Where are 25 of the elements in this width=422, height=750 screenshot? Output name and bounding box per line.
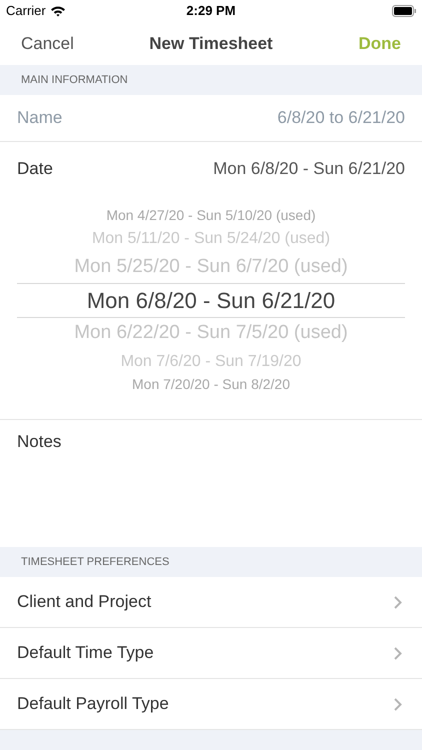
notes-label: Notes — [17, 432, 62, 451]
chevron-right-icon — [394, 698, 402, 710]
screen-title: New Timesheet — [149, 32, 273, 55]
preference-row[interactable]: Default Time Type — [0, 628, 422, 679]
carrier-label: Carrier — [6, 2, 46, 20]
picker-option[interactable]: Mon 7/20/20 - Sun 8/2/20 — [132, 374, 290, 394]
picker-option[interactable]: Mon 4/27/20 - Sun 5/10/20 (used) — [106, 206, 316, 226]
chevron-right-icon — [394, 596, 402, 608]
picker-option[interactable]: Mon 5/25/20 - Sun 6/7/20 (used) — [74, 252, 348, 282]
chevron-right-icon — [394, 646, 402, 660]
section-header: MAIN INFORMATION — [21, 72, 128, 88]
name-field[interactable]: Name — [17, 105, 167, 131]
cancel-button[interactable]: Cancel — [21, 30, 101, 56]
date-label: Date — [17, 158, 53, 180]
picker-option[interactable]: Mon 6/8/20 - Sun 6/21/20 — [17, 282, 405, 318]
preference-row[interactable]: Client and Project — [0, 577, 422, 628]
done-button[interactable]: Done — [321, 30, 401, 56]
name-suggestion: 6/8/20 to 6/21/20 — [277, 107, 405, 130]
picker-option[interactable]: Mon 6/22/20 - Sun 7/5/20 (used) — [74, 318, 348, 348]
wifi-icon — [50, 5, 66, 17]
preference-row[interactable]: Default Payroll Type — [0, 679, 422, 730]
clock-time: 2:29 PM — [186, 2, 236, 20]
date-value: Mon 6/8/20 - Sun 6/21/20 — [213, 158, 405, 180]
battery-icon — [392, 5, 416, 17]
section-header: TIMESHEET PREFERENCES — [21, 554, 170, 570]
